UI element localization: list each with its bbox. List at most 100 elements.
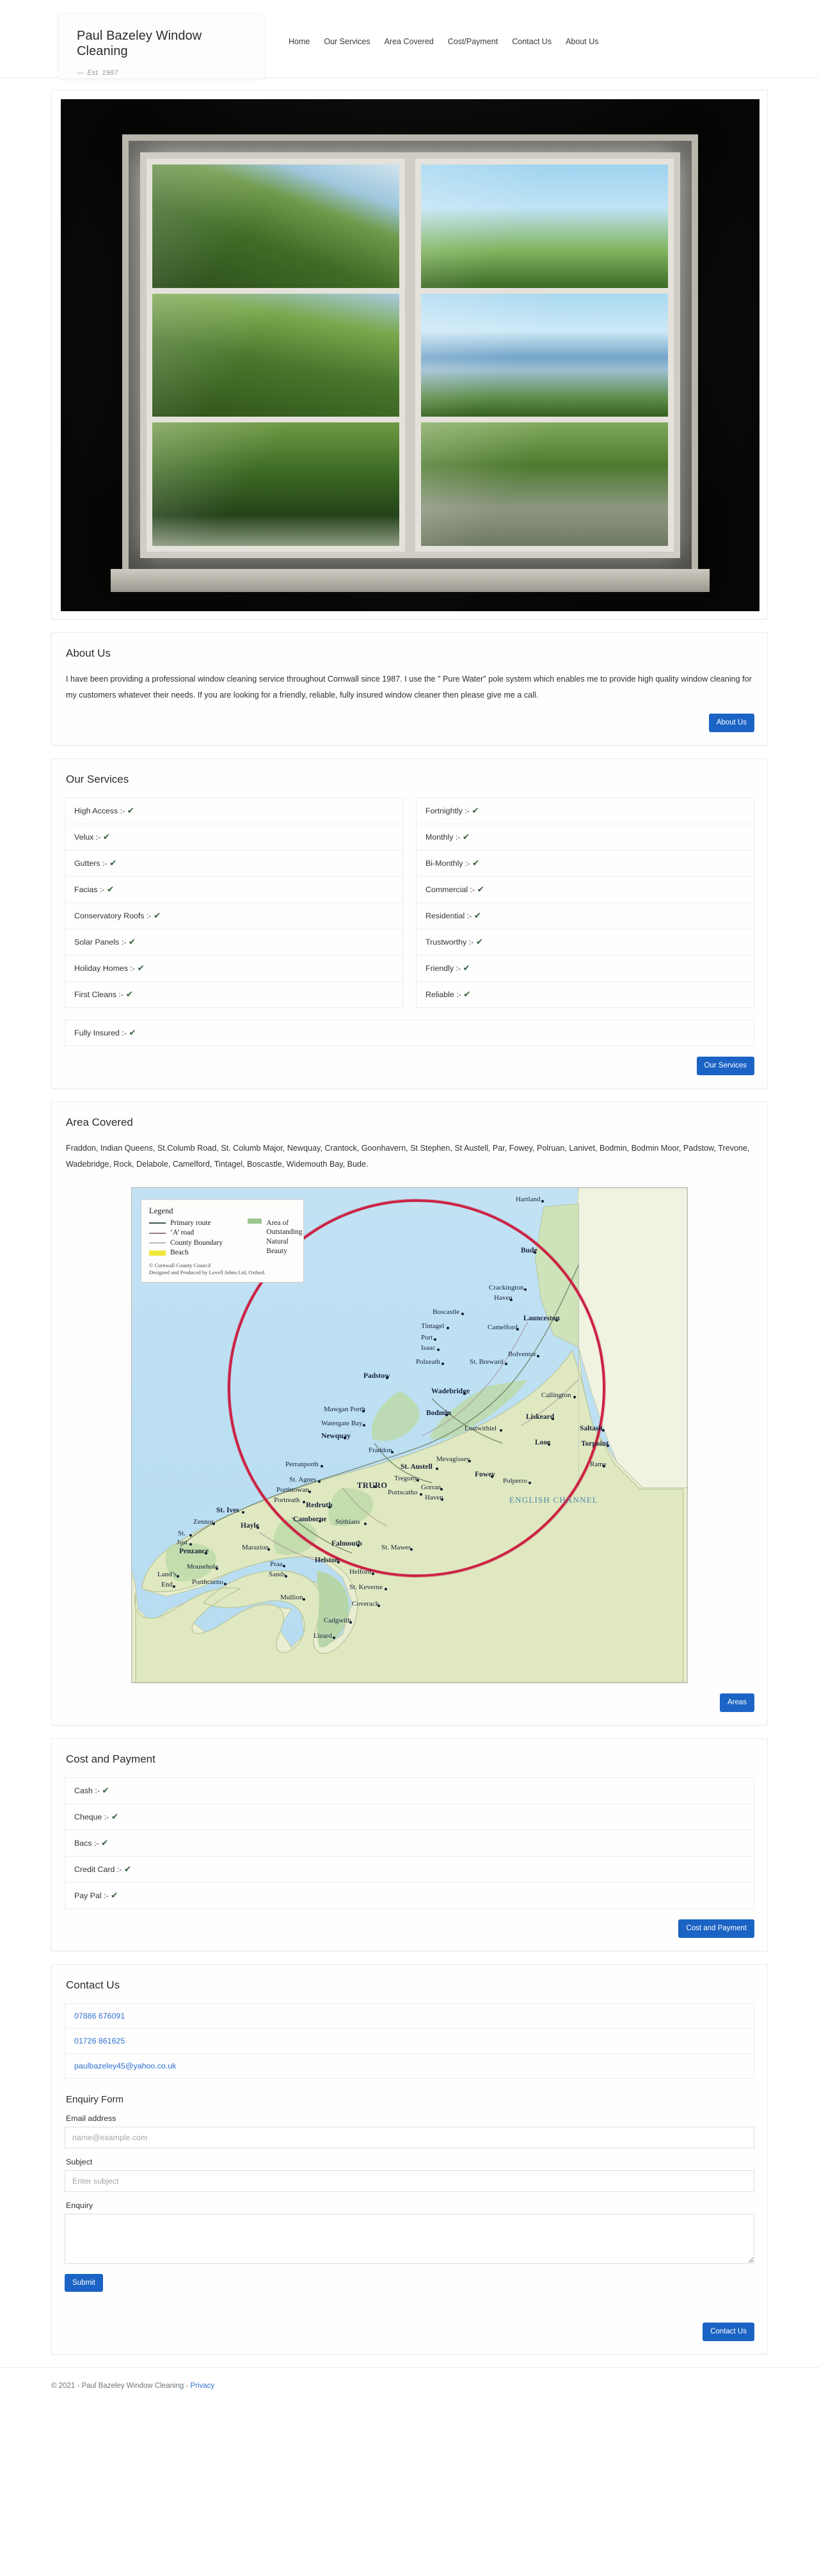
service-label: First Cleans :- <box>74 990 124 1000</box>
legend-label: Area of <box>266 1219 289 1227</box>
page-container: About Us I have been providing a profess… <box>51 78 768 2355</box>
list-item[interactable]: paulbazeley45@yahoo.co.uk <box>65 2053 754 2078</box>
list-item: Monthly :- ✔ <box>417 824 754 851</box>
map-place-dot <box>441 1498 443 1501</box>
submit-button-row: Submit <box>65 2273 754 2292</box>
phone-landline-link[interactable]: 01726 861625 <box>74 2036 125 2045</box>
legend-label: County Boundary <box>170 1238 223 1247</box>
enquiry-textarea[interactable] <box>65 2213 754 2264</box>
service-label: Fully Insured :- <box>74 1028 127 1038</box>
legend-credit-line: Designed and Produced by Lovell Johns Lt… <box>149 1269 266 1276</box>
map-place-dot <box>410 1548 413 1551</box>
window-pane <box>152 293 399 417</box>
legend-label: Natural Beauty <box>266 1238 289 1255</box>
payment-label: Cheque :- <box>74 1812 109 1821</box>
window-sash-left <box>147 159 405 552</box>
map-place-dot <box>308 1490 311 1493</box>
privacy-link[interactable]: Privacy <box>191 2382 215 2390</box>
service-label: Holiday Homes :- <box>74 964 136 973</box>
map-place-dot <box>303 1597 305 1601</box>
map-place-dot <box>173 1585 175 1588</box>
list-item: Fortnightly :- ✔ <box>417 798 754 825</box>
service-label: Reliable :- <box>425 990 461 1000</box>
submit-button[interactable]: Submit <box>65 2273 103 2292</box>
map-place-dot <box>333 1636 335 1639</box>
copyright-text: © 2021 - Paul Bazeley Window Cleaning - <box>51 2382 191 2390</box>
list-item: Friendly :- ✔ <box>417 956 754 982</box>
contact-title: Contact Us <box>66 1978 120 1991</box>
our-services-button[interactable]: Our Services <box>696 1057 754 1076</box>
contact-us-button[interactable]: Contact Us <box>703 2323 754 2342</box>
map-place-label: Bolventor <box>508 1350 536 1358</box>
subject-field[interactable] <box>65 2170 754 2192</box>
map-place-dot <box>285 1574 287 1578</box>
services-columns: High Access :- ✔ Velux :- ✔ Gutters :- ✔… <box>65 797 754 1009</box>
legend-row-county-boundary: County Boundary <box>149 1238 239 1249</box>
map-place-dot <box>177 1574 179 1578</box>
about-us-button[interactable]: About Us <box>708 714 754 733</box>
list-item: Pay Pal :- ✔ <box>65 1882 754 1908</box>
cost-and-payment-button[interactable]: Cost and Payment <box>678 1919 754 1938</box>
map-place-dot <box>524 1288 527 1291</box>
map-place-label: Helford <box>349 1567 372 1576</box>
map-place-label: Launceston <box>523 1314 560 1322</box>
cost-title: Cost and Payment <box>66 1752 155 1765</box>
map-place-label: Coverack <box>352 1599 379 1608</box>
map-sea-label: ENGLISH CHANNEL <box>509 1494 598 1505</box>
check-icon: ✔ <box>111 1811 119 1821</box>
map-place-dot <box>189 1542 192 1546</box>
map-place-label: Saltash <box>580 1424 603 1432</box>
legend-label: Primary route <box>170 1219 211 1227</box>
services-list-right: Fortnightly :- ✔ Monthly :- ✔ Bi-Monthly… <box>416 797 754 1009</box>
brand-card[interactable]: Paul Bazeley Window Cleaning — Est. 1987 <box>59 14 264 78</box>
areas-button[interactable]: Areas <box>719 1693 754 1712</box>
legend-label: Beach <box>170 1249 189 1257</box>
service-label: Bi-Monthly :- <box>425 859 470 868</box>
phone-mobile-link[interactable]: 07886 676091 <box>74 2012 125 2020</box>
map-place-label: Lizard <box>314 1631 332 1640</box>
list-item[interactable]: 07886 676091 <box>65 2003 754 2029</box>
nav-item-our-services[interactable]: Our Services <box>317 37 377 46</box>
nav-item-home[interactable]: Home <box>282 37 317 46</box>
map-place-dot <box>417 1478 419 1482</box>
map-place-label: Polperro <box>503 1476 527 1485</box>
map-place-dot <box>378 1604 380 1607</box>
email-label: Email address <box>66 2113 116 2123</box>
check-icon: ✔ <box>472 858 480 868</box>
map-place-label: Portscatho <box>388 1488 418 1496</box>
map-place-dot <box>573 1395 576 1398</box>
map-place-dot <box>500 1428 502 1432</box>
list-item: Bi-Monthly :- ✔ <box>417 851 754 877</box>
list-item: Holiday Homes :- ✔ <box>65 956 402 982</box>
email-link[interactable]: paulbazeley45@yahoo.co.uk <box>74 2061 176 2070</box>
hero-section <box>51 90 768 620</box>
map-place-dot <box>603 1464 605 1468</box>
main-nav: Home Our Services Area Covered Cost/Paym… <box>282 37 606 46</box>
window-frame-inner <box>140 152 680 558</box>
map-place-label: Hartland <box>516 1195 541 1203</box>
nav-item-area-covered[interactable]: Area Covered <box>378 37 441 46</box>
site-header: Paul Bazeley Window Cleaning — Est. 1987 … <box>0 0 819 78</box>
nav-item-cost-payment[interactable]: Cost/Payment <box>441 37 505 46</box>
check-icon: ✔ <box>137 963 145 973</box>
map-place-label: Camborne <box>293 1515 327 1523</box>
map-place-label: St. Austell <box>401 1462 433 1471</box>
legend-aonb-text: Area of Outstanding Natural Beauty <box>266 1219 305 1258</box>
map-place-dot <box>303 1500 305 1503</box>
list-item[interactable]: 01726 861625 <box>65 2028 754 2054</box>
check-icon: ✔ <box>129 1028 136 1038</box>
map-place-dot <box>534 1251 536 1254</box>
map-place-dot <box>385 1587 387 1590</box>
map-place-dot <box>321 1464 323 1468</box>
map-place-dot <box>349 1620 352 1624</box>
nav-item-about-us[interactable]: About Us <box>559 37 605 46</box>
window-pane <box>152 422 399 546</box>
nav-item-contact-us[interactable]: Contact Us <box>505 37 559 46</box>
list-item: Conservatory Roofs :- ✔ <box>65 903 402 930</box>
map-place-label: Camelford <box>488 1323 518 1331</box>
map-place-label: St. <box>178 1529 186 1537</box>
about-body: I have been providing a professional win… <box>66 675 752 700</box>
map-place-dot <box>447 1326 449 1329</box>
email-field[interactable] <box>65 2126 754 2148</box>
map-place-label: Mawgan Porth <box>324 1405 366 1413</box>
